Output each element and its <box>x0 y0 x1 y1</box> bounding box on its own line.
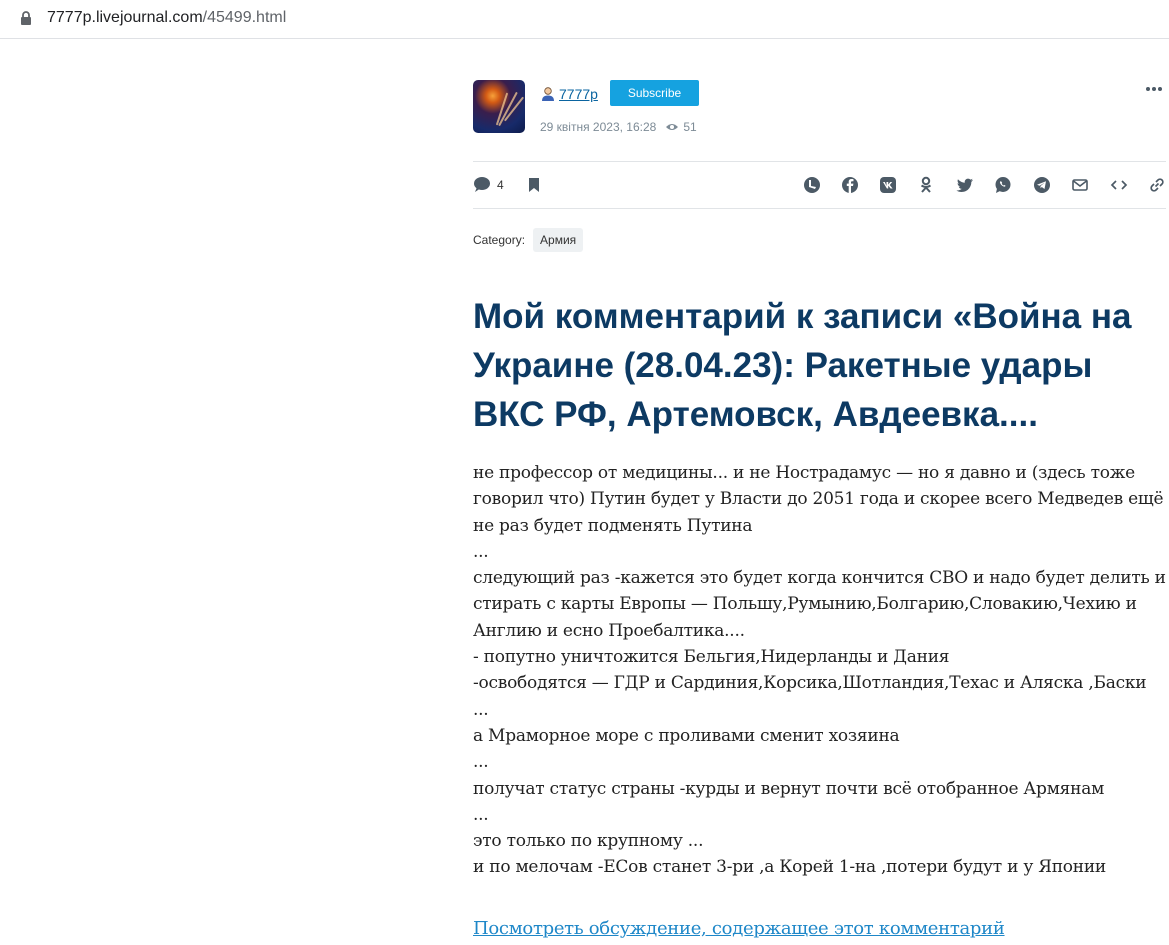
post-category: Category: Армия <box>473 228 584 252</box>
category-label: Category: <box>473 233 526 247</box>
url-path: /45499.html <box>202 9 287 26</box>
copy-link-icon[interactable] <box>1148 176 1166 194</box>
view-count: 51 <box>683 120 697 134</box>
facebook-icon[interactable] <box>841 176 859 194</box>
body-line: ... <box>473 541 489 562</box>
body-line: не раз будет подменять Путина <box>473 515 753 536</box>
bookmark-icon[interactable] <box>528 177 540 193</box>
body-line: следующий раз -кажется это будет когда к… <box>473 568 1166 589</box>
body-line: и по мелочам -ЕСов станет 3-ри ,а Корей … <box>473 857 1107 878</box>
post-date: 29 квітня 2023, 16:28 <box>540 120 657 134</box>
body-line: Англию и есно Проебалтика.... <box>473 620 745 641</box>
body-line: говорил что) Путин будет у Власти до 205… <box>473 489 1164 510</box>
livejournal-icon[interactable] <box>803 176 821 194</box>
view-discussion-link[interactable]: Посмотреть обсуждение, содержащее этот к… <box>473 918 1005 939</box>
url-domain: 7777p.livejournal.com <box>47 9 203 26</box>
address-bar[interactable]: 7777p.livejournal.com/45499.html <box>0 0 1169 39</box>
email-icon[interactable] <box>1071 176 1089 194</box>
comments-button[interactable]: 4 <box>473 176 504 193</box>
body-line: ... <box>473 699 489 720</box>
post-title: Мой комментарий к записи «Война на Украи… <box>473 297 1132 434</box>
subscribe-button[interactable]: Subscribe <box>610 80 699 106</box>
comment-icon <box>474 177 490 192</box>
whatsapp-icon[interactable] <box>994 176 1012 194</box>
body-line: это только по крупному ... <box>473 831 704 852</box>
more-options-icon[interactable] <box>1145 86 1163 92</box>
author-link[interactable]: 7777p <box>540 83 598 105</box>
lock-icon <box>21 11 31 25</box>
vk-icon[interactable] <box>879 176 897 194</box>
post-meta: 29 квітня 2023, 16:28 51 <box>540 120 697 134</box>
author-avatar[interactable] <box>473 80 525 133</box>
body-line: -освободятся — ГДР и Сардиния,Корсика,Шо… <box>473 673 1147 694</box>
body-line: ... <box>473 752 489 773</box>
body-line: - попутно уничтожится Бельгия,Нидерланды… <box>473 647 950 668</box>
url-text[interactable]: 7777p.livejournal.com/45499.html <box>47 9 286 27</box>
post-body: не профессор от медицины... и не Нострад… <box>473 460 1166 881</box>
eye-icon <box>666 124 679 130</box>
embed-code-icon[interactable] <box>1110 176 1128 194</box>
body-line: получат статус страны -курды и вернут по… <box>473 778 1105 799</box>
comment-count: 4 <box>497 177 504 192</box>
body-line: стирать с карты Европы — Польшу,Румынию,… <box>473 594 1137 615</box>
body-line: а Мраморное море с проливами сменит хозя… <box>473 725 900 746</box>
user-icon <box>542 87 554 101</box>
twitter-icon[interactable] <box>956 176 974 194</box>
category-tag[interactable]: Армия <box>533 228 584 252</box>
body-line: ... <box>473 804 489 825</box>
body-line: не профессор от медицины... и не Нострад… <box>473 463 1135 483</box>
telegram-icon[interactable] <box>1033 176 1051 194</box>
odnoklassniki-icon[interactable] <box>917 176 935 194</box>
post-action-bar: 4 <box>473 161 1166 209</box>
author-username[interactable]: 7777p <box>559 86 598 102</box>
